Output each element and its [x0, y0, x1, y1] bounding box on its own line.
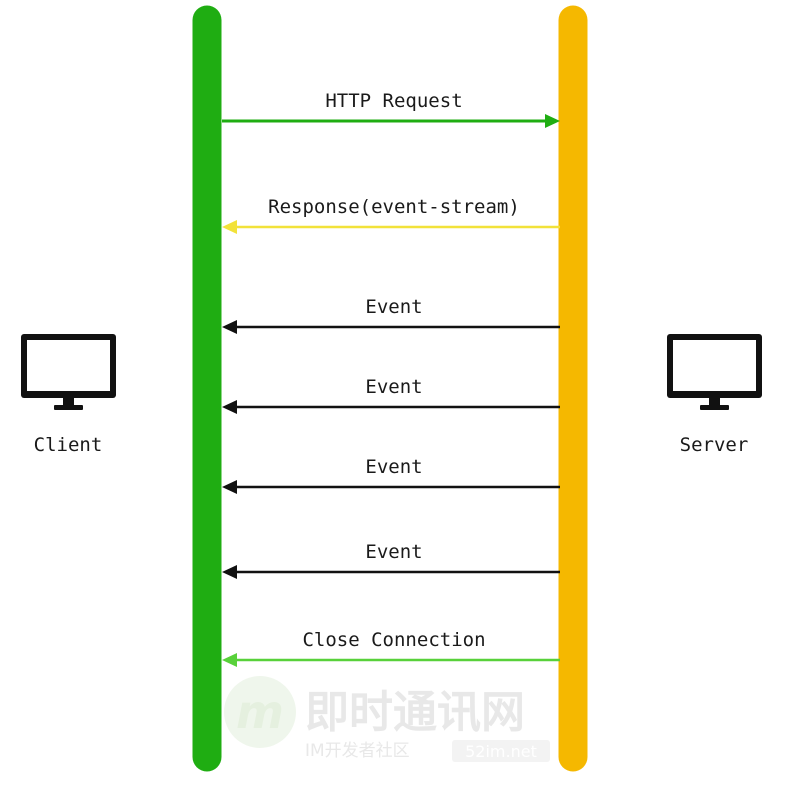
- message-label: Event: [365, 541, 422, 563]
- client-monitor-icon: [21, 334, 116, 410]
- messages: HTTP Request Response(event-stream) Event E…: [222, 90, 560, 667]
- watermark-subtitle: IM开发者社区: [305, 741, 410, 761]
- watermark-logo-letter: m: [236, 685, 284, 739]
- message-label: HTTP Request: [325, 90, 462, 112]
- arrowhead-icon: [545, 114, 560, 128]
- server-label: Server: [680, 434, 749, 456]
- arrowhead-icon: [222, 653, 237, 667]
- message-label: Event: [365, 376, 422, 398]
- watermark: m 即时通讯网 IM开发者社区 52im.net: [224, 676, 550, 762]
- arrowhead-icon: [222, 480, 237, 494]
- message-4: Event: [222, 376, 560, 414]
- message-7: Close Connection: [222, 629, 560, 667]
- client-actor: Client: [21, 334, 116, 456]
- arrowhead-icon: [222, 320, 237, 334]
- arrowhead-icon: [222, 220, 237, 234]
- message-2: Response(event-stream): [222, 196, 560, 234]
- message-1: HTTP Request: [222, 90, 560, 128]
- watermark-title: 即时通讯网: [305, 687, 525, 738]
- message-3: Event: [222, 296, 560, 334]
- client-label: Client: [34, 434, 103, 456]
- arrowhead-icon: [222, 565, 237, 579]
- message-label: Event: [365, 296, 422, 318]
- arrowhead-icon: [222, 400, 237, 414]
- message-6: Event: [222, 541, 560, 579]
- server-actor: Server: [667, 334, 762, 456]
- watermark-site: 52im.net: [465, 742, 537, 761]
- message-label: Close Connection: [302, 629, 485, 651]
- sequence-diagram: m 即时通讯网 IM开发者社区 52im.net HTTP Request Res…: [21, 5, 762, 772]
- message-label: Event: [365, 456, 422, 478]
- message-label: Response(event-stream): [268, 196, 520, 218]
- message-5: Event: [222, 456, 560, 494]
- server-monitor-icon: [667, 334, 762, 410]
